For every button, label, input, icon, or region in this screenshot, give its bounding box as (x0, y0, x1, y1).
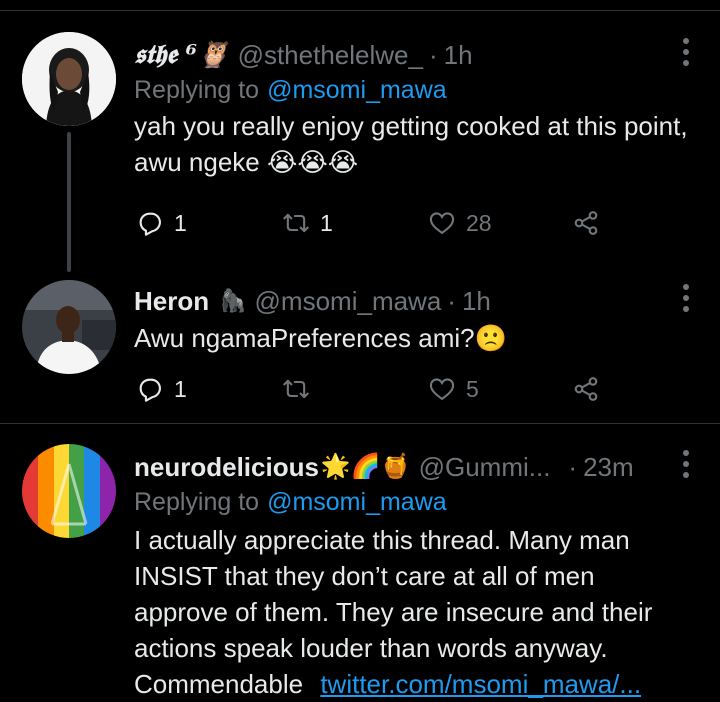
reply-button[interactable]: 1 (136, 206, 187, 240)
handle[interactable]: @sthethelelwe_ (238, 40, 423, 71)
tweet-text-tail: Commendable (134, 669, 304, 699)
tweet-text: I actually appreciate this thread. Many … (134, 522, 700, 702)
tweet-text-line: INSIST that they don’t care at all of me… (134, 561, 595, 591)
tweet-text-line: actions speak louder than words anyway. (134, 633, 608, 663)
reply-icon (139, 212, 161, 236)
reply-icon (139, 378, 161, 402)
name-emoji: 🌟🌈🍯 (320, 453, 411, 480)
more-icon[interactable] (682, 38, 690, 71)
handle[interactable]: @msomi_mawa (255, 286, 442, 317)
share-icon (574, 377, 598, 401)
tweet-text: Awu ngamaPreferences ami?🙁 (134, 323, 507, 353)
more-icon[interactable] (682, 450, 690, 483)
tweet-text: yah you really enjoy getting cooked at t… (134, 111, 688, 177)
replying-to-mention[interactable]: @msomi_mawa (267, 488, 447, 517)
avatar[interactable] (22, 32, 116, 126)
like-button[interactable]: 28 (428, 206, 492, 240)
tweet-1[interactable]: 𝖘𝖙𝖍𝖊 ⁶🦉 @sthethelelwe_ · 1h Replying to … (0, 0, 720, 272)
like-count: 5 (466, 375, 479, 402)
retweet-count: 1 (320, 209, 333, 236)
like-icon (429, 378, 455, 401)
retweet-icon (283, 379, 309, 399)
display-name[interactable]: 𝖘𝖙𝖍𝖊 ⁶🦉 (134, 40, 230, 71)
retweet-icon (283, 213, 309, 233)
retweet-button[interactable]: 1 (282, 206, 333, 240)
timestamp[interactable]: 23m (583, 452, 634, 483)
tweet-link[interactable]: twitter.com/msomi_mawa/... (320, 669, 641, 699)
display-name[interactable]: neurodelicious (134, 452, 319, 483)
replying-to: Replying to @msomi_mawa (134, 72, 700, 108)
reply-button[interactable]: 1 (136, 372, 187, 406)
more-icon[interactable] (682, 284, 690, 317)
share-button[interactable] (572, 372, 600, 406)
avatar[interactable] (22, 444, 116, 538)
retweet-button[interactable] (282, 372, 320, 406)
tweet-3[interactable]: neurodelicious 🌟🌈🍯 @Gummi... · 23m Reply… (0, 424, 720, 699)
timestamp[interactable]: 1h (462, 286, 491, 317)
tweet-text-line: I actually appreciate this thread. Many … (134, 525, 630, 555)
share-button[interactable] (572, 206, 600, 240)
reply-count: 1 (174, 209, 187, 236)
tweet-2[interactable]: Heron 🦍 @msomi_mawa · 1h Awu ngamaPrefer… (0, 272, 720, 422)
like-icon (429, 212, 455, 235)
name-emoji: 🦍 (219, 288, 247, 313)
replying-prefix: Replying to (134, 75, 260, 104)
display-name[interactable]: Heron (134, 286, 209, 317)
reply-count: 1 (174, 375, 187, 402)
separator-dot: · (428, 39, 438, 70)
share-icon (574, 211, 598, 235)
like-count: 28 (466, 209, 492, 236)
like-button[interactable]: 5 (428, 372, 479, 406)
replying-to: Replying to @msomi_mawa (134, 484, 700, 520)
handle[interactable]: @Gummi... (419, 452, 551, 483)
avatar[interactable] (22, 280, 116, 374)
separator-dot: · (447, 285, 456, 316)
timestamp[interactable]: 1h (444, 40, 473, 71)
replying-to-mention[interactable]: @msomi_mawa (267, 76, 447, 105)
thread-line (67, 132, 71, 272)
replying-prefix: Replying to (134, 487, 260, 516)
tweet-text-line: approve of them. They are insecure and t… (134, 597, 653, 627)
separator-dot: · (568, 451, 578, 482)
